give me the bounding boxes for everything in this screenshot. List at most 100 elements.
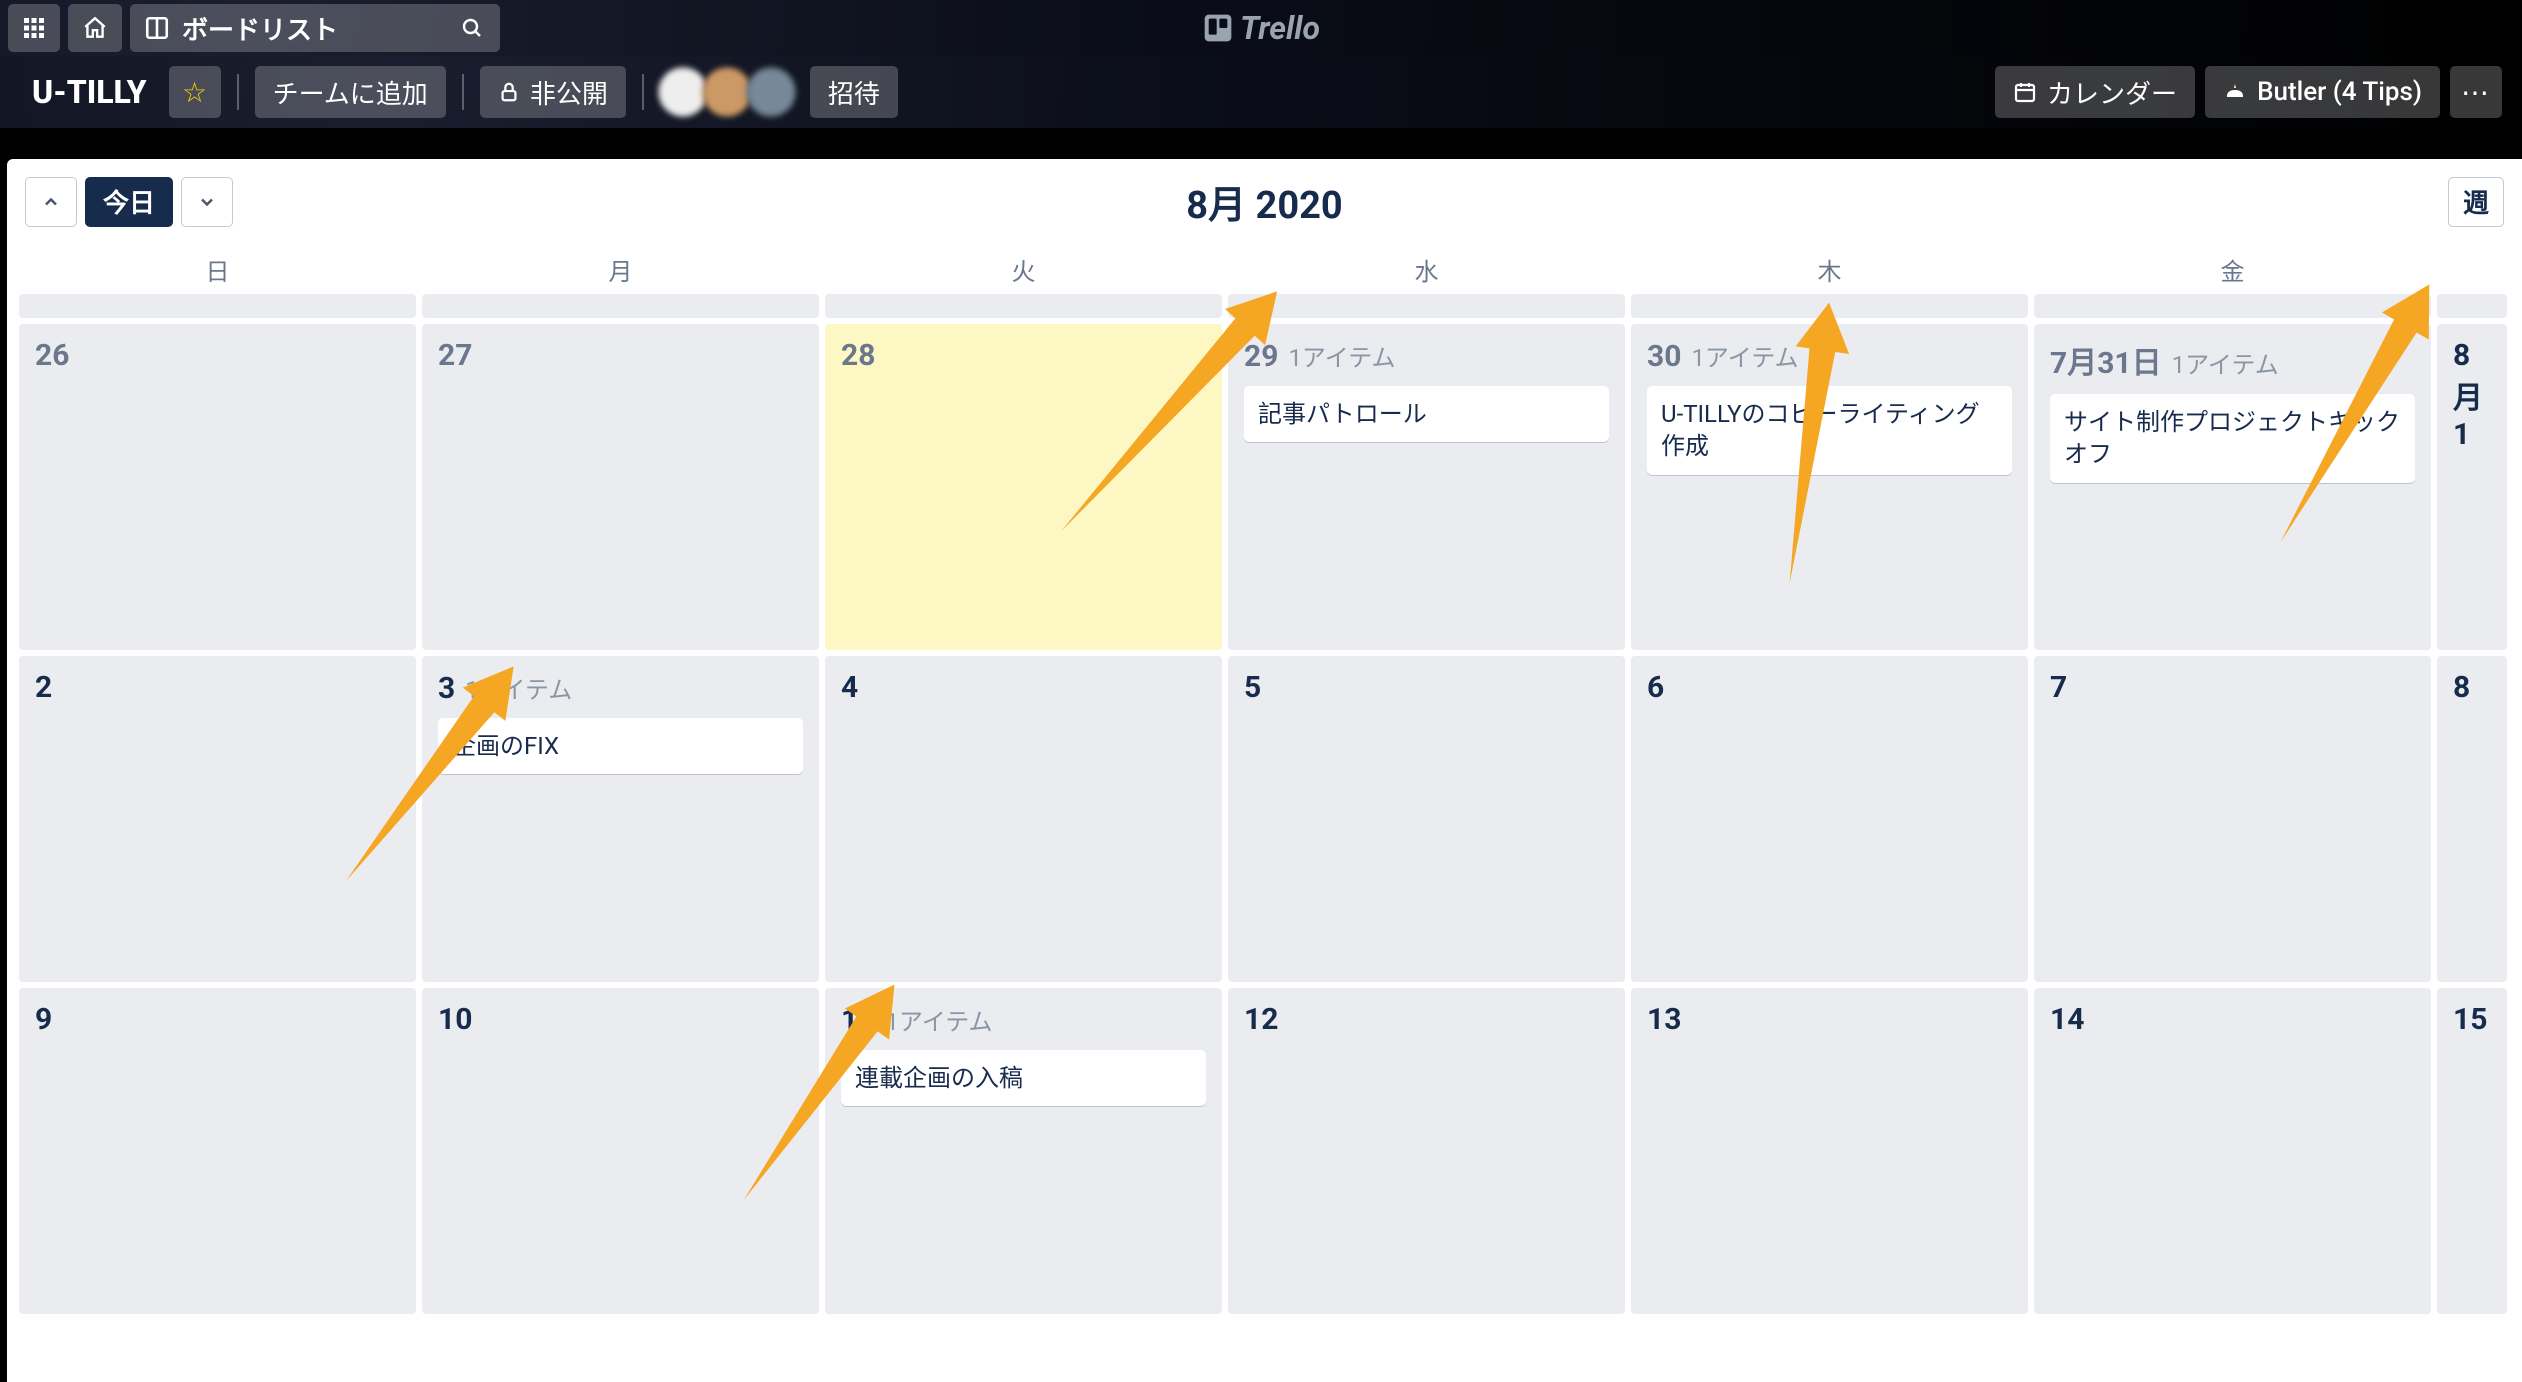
day-number: 10 [438, 1002, 472, 1037]
calendar-card[interactable]: サイト制作プロジェクトキックオフ [2050, 394, 2415, 483]
calendar-stub [1631, 294, 2028, 318]
dow-label: 金 [2034, 244, 2431, 294]
calendar-cell[interactable]: 12 [1228, 988, 1625, 1314]
calendar-cell[interactable]: 7 [2034, 656, 2431, 982]
calendar-button[interactable]: カレンダー [1995, 66, 2195, 118]
day-number: 13 [1647, 1002, 1681, 1037]
calendar-card[interactable]: 連載企画の入稿 [841, 1050, 1206, 1106]
calendar-cell[interactable]: 2 [19, 656, 416, 982]
team-add-button[interactable]: チームに追加 [255, 66, 446, 118]
today-button[interactable]: 今日 [85, 177, 173, 227]
calendar-stub [2437, 294, 2507, 318]
calendar-cell[interactable]: 31アイテム企画のFIX [422, 656, 819, 982]
calendar-cell[interactable]: 13 [1631, 988, 2028, 1314]
separator [462, 74, 464, 110]
item-count: 1アイテム [885, 1002, 992, 1037]
butler-button[interactable]: Butler (4 Tips) [2205, 66, 2440, 118]
day-number: 5 [1244, 670, 1261, 705]
day-number: 3 [438, 671, 455, 706]
trello-logo: Trello [1202, 9, 1320, 47]
menu-button[interactable]: ⋯ [2450, 66, 2502, 118]
calendar-cell[interactable]: 26 [19, 324, 416, 650]
board-members[interactable] [664, 67, 796, 117]
day-number: 29 [1244, 339, 1278, 374]
avatar[interactable] [746, 67, 796, 117]
calendar-card[interactable]: 企画のFIX [438, 718, 803, 774]
avatar[interactable] [702, 67, 752, 117]
calendar-cell[interactable]: 11 1アイテム連載企画の入稿 [825, 988, 1222, 1314]
calendar-stub [1228, 294, 1625, 318]
day-number: 14 [2050, 1002, 2084, 1037]
dow-label: 月 [422, 244, 819, 294]
day-number: 9 [35, 1002, 52, 1037]
day-number: 30 [1647, 339, 1681, 374]
butler-label: Butler (4 Tips) [2257, 77, 2422, 107]
prev-button[interactable] [25, 177, 77, 227]
separator [237, 74, 239, 110]
calendar-title: 8月 2020 [1186, 174, 1342, 229]
day-number: 2 [35, 670, 52, 705]
calendar-cell[interactable]: 28 [825, 324, 1222, 650]
calendar-stub [19, 294, 416, 318]
dow-label: 木 [1631, 244, 2028, 294]
calendar-cell[interactable]: 8月1 [2437, 324, 2507, 650]
calendar-cell[interactable]: 15 [2437, 988, 2507, 1314]
calendar-header: 今日 8月 2020 週 [7, 159, 2522, 244]
dow-label: 日 [19, 244, 416, 294]
day-number: 6 [1647, 670, 1664, 705]
item-count: 1アイテム [2172, 345, 2279, 380]
star-button[interactable]: ☆ [169, 66, 221, 118]
next-button[interactable] [181, 177, 233, 227]
day-number: 4 [841, 670, 858, 705]
calendar-stub [422, 294, 819, 318]
calendar-cell[interactable]: 5 [1228, 656, 1625, 982]
day-number: 11 [841, 1003, 875, 1038]
day-number: 28 [841, 338, 875, 373]
dow-label: 水 [1228, 244, 1625, 294]
day-number: 12 [1244, 1002, 1278, 1037]
day-number: 7 [2050, 670, 2067, 705]
calendar-cell[interactable]: 10 [422, 988, 819, 1314]
day-number: 27 [438, 338, 472, 373]
visibility-button[interactable]: 非公開 [480, 66, 626, 118]
board-icon [144, 15, 170, 41]
dow-label: 火 [825, 244, 1222, 294]
home-button[interactable] [68, 4, 122, 52]
day-number: 8 [2453, 670, 2470, 705]
day-number: 8月1 [2453, 338, 2491, 452]
calendar-icon [2013, 80, 2037, 104]
dow-row: 日月火水木金 [7, 244, 2522, 294]
calendar-cell[interactable]: 9 [19, 988, 416, 1314]
day-number: 7月31日 [2050, 338, 2162, 382]
visibility-label: 非公開 [530, 74, 608, 111]
boards-search[interactable]: ボードリスト [130, 4, 500, 52]
logo-text: Trello [1240, 9, 1320, 47]
home-icon [82, 15, 108, 41]
calendar-cell[interactable]: 4 [825, 656, 1222, 982]
apps-icon [22, 16, 46, 40]
item-count: 1アイテム [1288, 338, 1395, 373]
view-toggle[interactable]: 週 [2448, 177, 2504, 227]
calendar-card[interactable]: U-TILLYのコピーライティング作成 [1647, 386, 2012, 475]
calendar-cell[interactable]: 301アイテムU-TILLYのコピーライティング作成 [1631, 324, 2028, 650]
calendar-card[interactable]: 記事パトロール [1244, 386, 1609, 442]
calendar-stub [825, 294, 1222, 318]
calendar-cell[interactable]: 7月31日 1アイテムサイト制作プロジェクトキックオフ [2034, 324, 2431, 650]
more-icon: ⋯ [2461, 76, 2491, 109]
separator [642, 74, 644, 110]
boards-label: ボードリスト [182, 10, 338, 47]
calendar-cell[interactable]: 8 [2437, 656, 2507, 982]
invite-button[interactable]: 招待 [810, 66, 898, 118]
chevron-up-icon [41, 192, 61, 212]
chevron-down-icon [197, 192, 217, 212]
day-number: 15 [2453, 1002, 2487, 1037]
calendar-cell[interactable]: 6 [1631, 656, 2028, 982]
board-name[interactable]: U-TILLY [20, 73, 159, 111]
calendar-cell[interactable]: 29 1アイテム記事パトロール [1228, 324, 1625, 650]
calendar-cell[interactable]: 27 [422, 324, 819, 650]
avatar[interactable] [658, 67, 708, 117]
apps-button[interactable] [8, 4, 60, 52]
calendar-cell[interactable]: 14 [2034, 988, 2431, 1314]
dow-label [2437, 244, 2507, 294]
day-number: 26 [35, 338, 69, 373]
